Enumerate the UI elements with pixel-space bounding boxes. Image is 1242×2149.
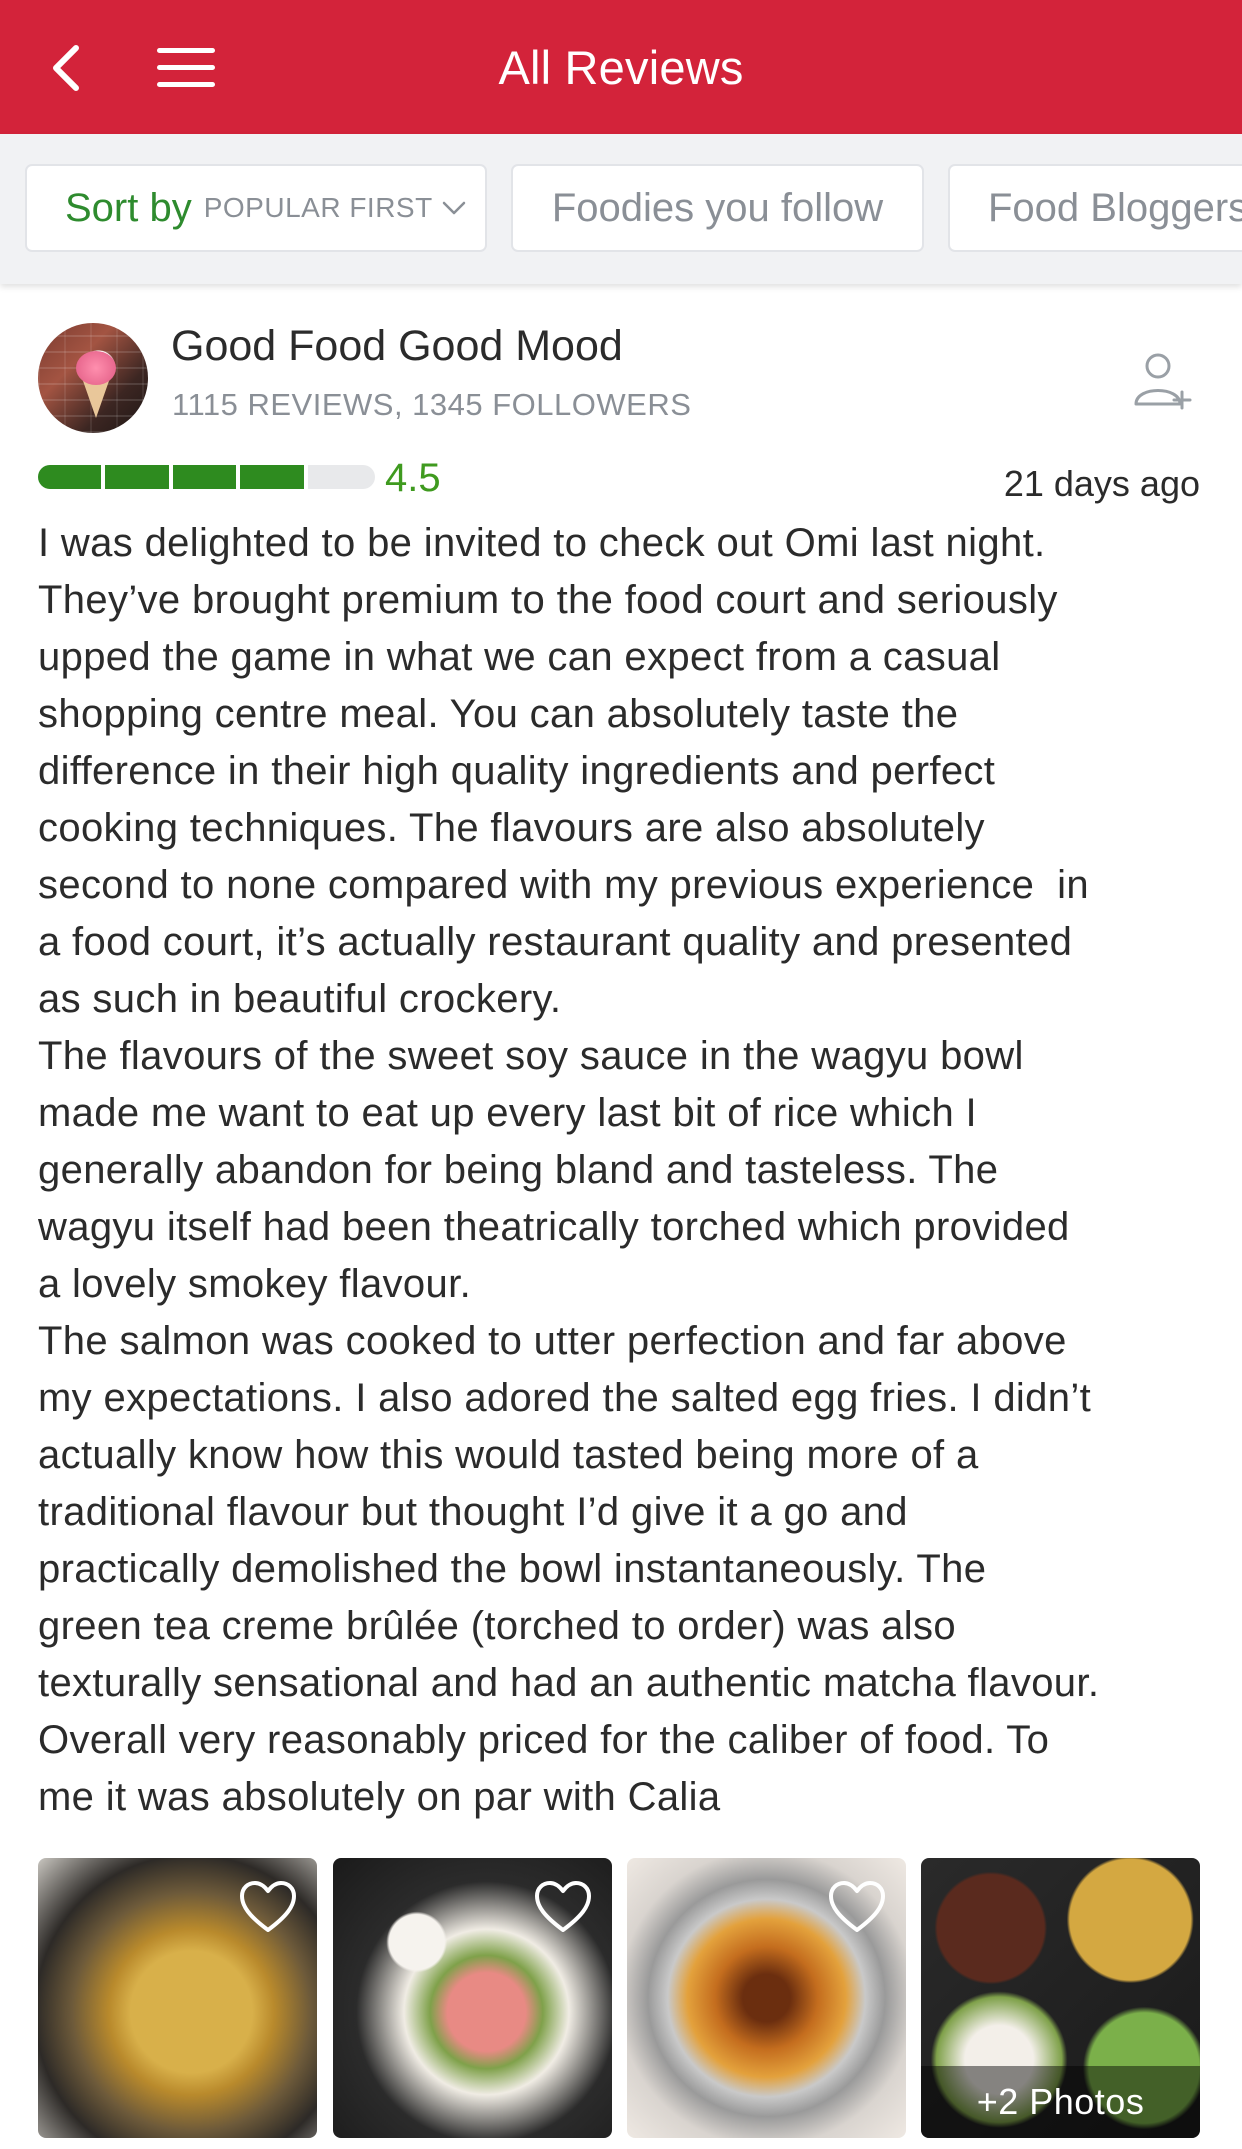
sort-label: Sort by bbox=[65, 185, 192, 230]
review-photo[interactable]: +2 Photos bbox=[921, 1858, 1200, 2138]
rating-segment bbox=[173, 465, 241, 489]
chip-label: Foodies you follow bbox=[551, 185, 884, 230]
more-photos-label[interactable]: +2 Photos bbox=[921, 2066, 1200, 2138]
rating-segment bbox=[105, 465, 173, 489]
review-photo[interactable] bbox=[627, 1858, 906, 2138]
heart-icon[interactable] bbox=[239, 1880, 297, 1934]
chevron-down-icon bbox=[442, 201, 465, 215]
reviewer-stats: 1115 REVIEWS, 1345 FOLLOWERS bbox=[172, 387, 692, 422]
rating-value: 4.5 bbox=[385, 456, 441, 500]
heart-icon[interactable] bbox=[828, 1880, 886, 1934]
heart-icon[interactable] bbox=[534, 1880, 592, 1934]
rating-segment bbox=[38, 465, 106, 489]
page-title: All Reviews bbox=[498, 40, 744, 94]
review-body: I was delighted to be invited to check o… bbox=[38, 521, 1100, 1819]
reviewer-name[interactable]: Good Food Good Mood bbox=[171, 322, 623, 371]
review-photo[interactable] bbox=[333, 1858, 612, 2138]
add-user-icon[interactable] bbox=[1130, 348, 1196, 414]
rating-segment bbox=[240, 465, 308, 489]
review-photo[interactable] bbox=[38, 1858, 317, 2138]
chip-label: Food Bloggers bbox=[988, 185, 1242, 230]
rating-bar-fill bbox=[38, 465, 308, 489]
avatar[interactable] bbox=[38, 323, 148, 433]
app-header: All Reviews bbox=[0, 0, 1242, 134]
review-photos: +2 Photos bbox=[38, 1858, 1204, 2138]
rating-bar bbox=[38, 465, 375, 489]
sort-dropdown[interactable]: Sort by POPULAR FIRST bbox=[25, 164, 487, 252]
sort-value: POPULAR FIRST bbox=[203, 192, 433, 223]
review-timestamp: 21 days ago bbox=[1003, 463, 1200, 504]
filter-bar: Sort by POPULAR FIRST Foodies you follow… bbox=[0, 134, 1242, 284]
filter-chip-food-bloggers[interactable]: Food Bloggers bbox=[948, 164, 1242, 252]
filter-chip-foodies-you-follow[interactable]: Foodies you follow bbox=[511, 164, 924, 252]
